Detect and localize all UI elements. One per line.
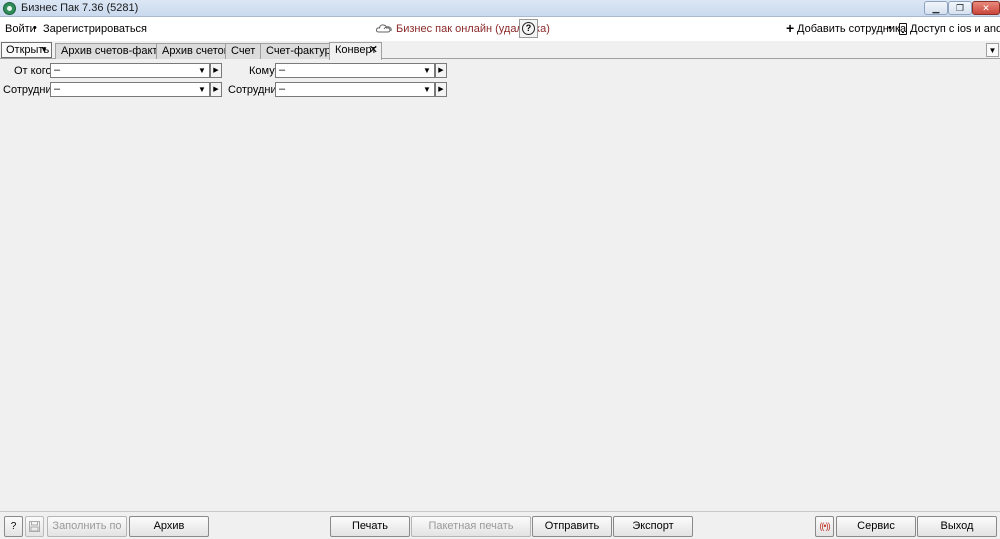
to-value: – — [279, 64, 286, 76]
close-tab-icon[interactable]: ✕ — [369, 43, 378, 58]
to-open-button[interactable]: ▶ — [435, 63, 447, 78]
app-logo-icon — [3, 2, 16, 15]
to-select[interactable]: – ▼ — [275, 63, 435, 78]
export-button[interactable]: Экспорт — [613, 516, 693, 537]
chevron-down-icon: ▼ — [423, 66, 431, 75]
top-help-button[interactable]: ? — [519, 19, 538, 38]
plus-icon: + — [786, 20, 795, 36]
to-label: Кому — [249, 65, 275, 77]
from-select[interactable]: – ▼ — [50, 63, 210, 78]
top-toolbar: Войти • Зарегистрироваться Бизнес пак он… — [0, 17, 1000, 41]
broadcast-icon: ((•)) — [819, 521, 830, 531]
phone-icon — [899, 23, 907, 35]
mobile-access-link[interactable]: Доступ с ios и android — [910, 23, 1000, 35]
tab-envelope[interactable]: Конверт ✕ — [329, 42, 382, 60]
tab-bar: Открыть ▼ Архив счетов-фактур Архив счет… — [0, 41, 1000, 60]
tab-label: Архив счетов-фактур — [61, 45, 170, 57]
service-button[interactable]: Сервис — [836, 516, 916, 537]
batch-print-button[interactable]: Пакетная печать — [411, 516, 531, 537]
tab-label: Счет — [231, 45, 256, 57]
tab-bill-archive[interactable]: Архив счетов — [156, 43, 230, 59]
tab-bill[interactable]: Счет — [225, 43, 261, 59]
exit-button[interactable]: Выход — [917, 516, 997, 537]
tab-invoice[interactable]: Счет-фактура — [260, 43, 337, 59]
employee-right-value: – — [279, 83, 286, 95]
employee-right-open-button[interactable]: ▶ — [435, 82, 447, 97]
help-icon: ? — [522, 22, 535, 35]
save-button[interactable] — [25, 516, 44, 537]
broadcast-button[interactable]: ((•)) — [815, 516, 834, 537]
window-title: Бизнес Пак 7.36 (5281) — [21, 2, 139, 14]
tab-label: Счет-фактура — [266, 45, 337, 57]
separator-dot: • — [33, 22, 37, 34]
chevron-down-icon: ▼ — [198, 66, 206, 75]
employee-right-select[interactable]: – ▼ — [275, 82, 435, 97]
employee-left-label: Сотрудник — [3, 84, 57, 96]
employee-left-select[interactable]: – ▼ — [50, 82, 210, 97]
employee-left-open-button[interactable]: ▶ — [210, 82, 222, 97]
bottom-help-button[interactable]: ? — [4, 516, 23, 537]
chevron-down-icon: ▼ — [40, 45, 48, 54]
open-dropdown-button[interactable]: Открыть ▼ — [1, 42, 52, 58]
tab-invoice-archive[interactable]: Архив счетов-фактур — [55, 43, 169, 59]
save-icon — [29, 521, 40, 535]
print-button[interactable]: Печать — [330, 516, 410, 537]
tab-label: Архив счетов — [162, 45, 230, 57]
title-bar: Бизнес Пак 7.36 (5281) ▁ ❐ ✕ — [0, 0, 1000, 17]
login-link[interactable]: Войти — [5, 23, 36, 35]
register-link[interactable]: Зарегистрироваться — [43, 23, 147, 35]
from-value: – — [54, 64, 61, 76]
employee-left-value: – — [54, 83, 61, 95]
archive-button[interactable]: Архив — [129, 516, 209, 537]
help-icon: ? — [10, 521, 17, 532]
restore-button[interactable]: ❐ — [948, 1, 972, 15]
employee-right-label: Сотрудник — [228, 84, 282, 96]
tab-overflow-button[interactable]: ▼ — [986, 43, 999, 57]
minimize-button[interactable]: ▁ — [924, 1, 948, 15]
bottom-toolbar: ? Заполнить по Архив Печать Пакетная печ… — [0, 511, 1000, 539]
cloud-icon — [375, 24, 392, 33]
separator-dot: • — [888, 22, 892, 34]
from-open-button[interactable]: ▶ — [210, 63, 222, 78]
send-button[interactable]: Отправить — [532, 516, 612, 537]
chevron-down-icon: ▼ — [423, 85, 431, 94]
close-window-button[interactable]: ✕ — [972, 1, 1000, 15]
fill-by-button[interactable]: Заполнить по — [47, 516, 127, 537]
from-label: От кого — [14, 65, 52, 77]
chevron-down-icon: ▼ — [198, 85, 206, 94]
